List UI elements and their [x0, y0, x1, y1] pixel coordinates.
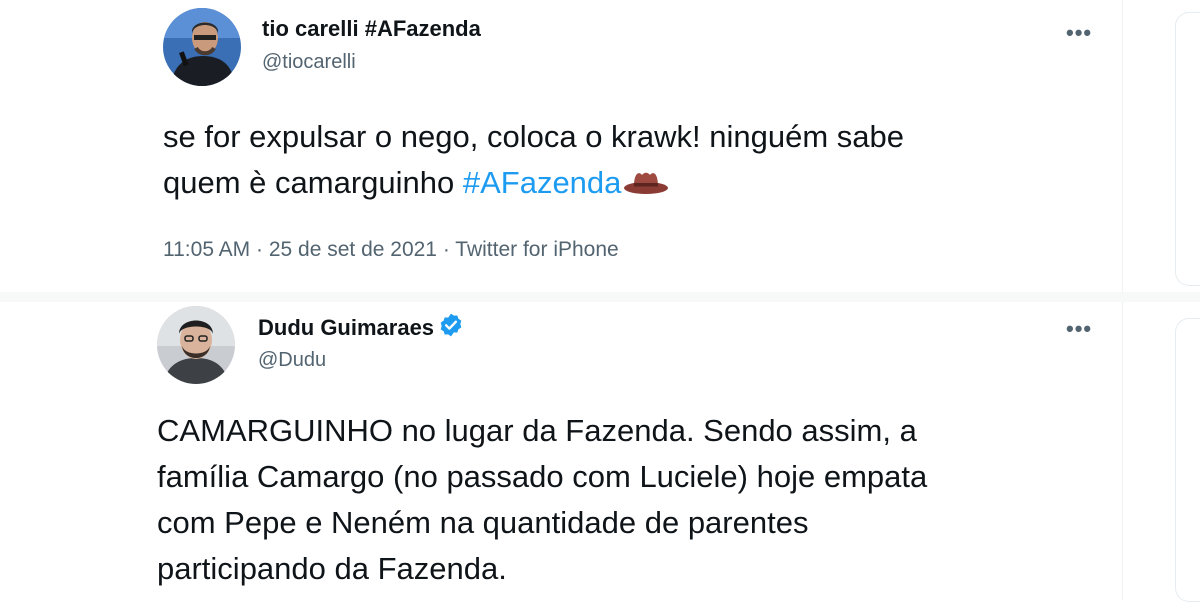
meta-separator: ·	[250, 238, 269, 261]
tweet-text: se for expulsar o nego, coloca o krawk! …	[163, 114, 1103, 208]
tweet-date[interactable]: 25 de set de 2021	[269, 238, 437, 261]
tweet-meta: 11:05 AM · 25 de set de 2021 · Twitter f…	[163, 237, 619, 263]
more-options-icon[interactable]: •••	[1066, 318, 1092, 340]
right-column-card	[1175, 12, 1200, 286]
tweet-divider	[0, 292, 1200, 302]
more-options-icon[interactable]: •••	[1066, 22, 1092, 44]
display-name[interactable]: tio carelli #AFazenda	[262, 16, 481, 42]
avatar[interactable]	[157, 306, 235, 384]
tweet-card[interactable]: tio carelli #AFazenda @tiocarelli ••• se…	[0, 0, 1122, 292]
avatar[interactable]	[163, 8, 241, 86]
tweet-text: CAMARGUINHO no lugar da Fazenda. Sendo a…	[157, 413, 928, 586]
tweet-source[interactable]: Twitter for iPhone	[455, 238, 618, 261]
user-handle[interactable]: @Dudu	[258, 348, 326, 372]
display-name-row: Dudu Guimaraes	[258, 312, 464, 344]
right-column-card	[1175, 318, 1200, 602]
display-name[interactable]: Dudu Guimaraes	[258, 315, 434, 340]
meta-separator: ·	[437, 238, 456, 261]
verified-badge-icon	[438, 312, 464, 344]
tweet-card[interactable]: Dudu Guimaraes @Dudu ••• CAMARGUINHO no …	[0, 302, 1122, 600]
tweet-time[interactable]: 11:05 AM	[163, 238, 250, 261]
cowboy-hat-emoji-icon	[623, 162, 669, 208]
user-handle[interactable]: @tiocarelli	[262, 50, 356, 74]
hashtag-link[interactable]: #AFazenda	[463, 165, 622, 200]
